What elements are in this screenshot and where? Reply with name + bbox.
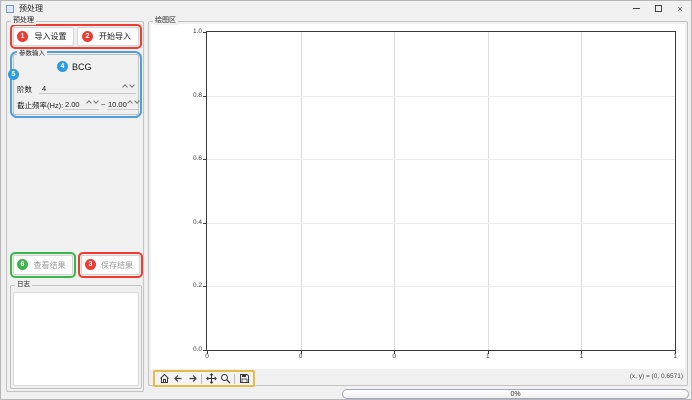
save-icon[interactable]: [238, 373, 250, 385]
cutoff-separator: ~: [101, 100, 105, 109]
y-tick-label: 0.4: [180, 219, 202, 226]
x-tick-label: 0: [291, 353, 311, 360]
back-icon[interactable]: [172, 373, 184, 385]
spin-down-icon[interactable]: [134, 98, 140, 104]
plot-panel-label: 绘图区: [153, 17, 178, 25]
spin-down-icon[interactable]: [93, 98, 99, 104]
plot-axes[interactable]: 0 0 0 1 1 1 1.0 0.8 0.6 0.4 0.2 0.0: [206, 31, 676, 351]
progress-value: 0%: [510, 391, 520, 398]
annotation-badge-1: 1: [17, 31, 28, 42]
annotation-badge-4: 4: [57, 61, 68, 72]
gridline-h: [207, 286, 675, 287]
y-tick-label: 0.8: [180, 92, 202, 99]
toolbar-separator: [201, 374, 202, 384]
order-value[interactable]: 4: [42, 84, 46, 93]
signal-type-combobox[interactable]: BCG: [72, 62, 92, 72]
x-tick-label: 1: [665, 353, 685, 360]
window-title: 预处理: [19, 3, 43, 14]
cutoff-low-value[interactable]: 2.00: [65, 100, 80, 109]
minimize-icon: [633, 8, 640, 9]
save-results-label: 保存结果: [101, 260, 133, 271]
gridline-v: [581, 32, 582, 350]
cutoff-low-spinbox[interactable]: 2.00: [63, 97, 99, 110]
title-bar: 预处理 ×: [1, 1, 691, 16]
order-spinbox[interactable]: 4: [39, 81, 136, 94]
spin-up-icon[interactable]: [86, 100, 92, 106]
maximize-button[interactable]: [647, 1, 669, 16]
app-window: 预处理 × 预处理 导入设置 开始导入 1 2 参数输入 4 BCG 5 阶数 …: [0, 0, 692, 400]
annotation-badge-6: 6: [17, 259, 28, 270]
gridline-h: [207, 96, 675, 97]
cutoff-label: 截止频率(Hz):: [17, 100, 63, 111]
cutoff-low-spin-arrows[interactable]: [87, 101, 98, 105]
pan-icon[interactable]: [205, 373, 217, 385]
progress-bar: 0%: [342, 389, 689, 399]
x-tick-label: 0: [384, 353, 404, 360]
annotation-badge-2: 2: [82, 31, 93, 42]
gridline-h: [207, 159, 675, 160]
zoom-icon[interactable]: [219, 373, 231, 385]
gridline-v: [394, 32, 395, 350]
y-tick-label: 1.0: [180, 28, 202, 35]
y-tick-label: 0.0: [180, 346, 202, 353]
log-textarea[interactable]: [13, 292, 139, 386]
app-icon: [6, 5, 14, 13]
view-results-label: 查看结果: [34, 260, 66, 271]
start-import-label: 开始导入: [99, 31, 131, 42]
spin-up-icon[interactable]: [127, 100, 133, 106]
plot-canvas[interactable]: 0 0 0 1 1 1 1.0 0.8 0.6 0.4 0.2 0.0: [151, 24, 685, 369]
close-icon: ×: [677, 4, 682, 14]
cutoff-high-spin-arrows[interactable]: [128, 101, 139, 105]
maximize-icon: [655, 5, 662, 12]
cutoff-high-value[interactable]: 10.00: [108, 100, 127, 109]
x-tick-label: 1: [478, 353, 498, 360]
y-tick-label: 0.6: [180, 155, 202, 162]
plot-toolbar: [153, 370, 255, 387]
x-tick-label: 0: [197, 353, 217, 360]
params-group-label: 参数输入: [17, 50, 47, 58]
x-tick-label: 1: [571, 353, 591, 360]
toolbar-separator: [234, 374, 235, 384]
order-label: 阶数: [17, 84, 32, 95]
spin-down-icon[interactable]: [129, 82, 135, 88]
cursor-coords-readout: (x, y) = (0, 0.6571): [630, 373, 683, 380]
gridline-v: [488, 32, 489, 350]
gridline-h: [207, 223, 675, 224]
y-tick-label: 0.2: [180, 282, 202, 289]
spin-up-icon[interactable]: [122, 84, 128, 90]
close-button[interactable]: ×: [669, 1, 691, 16]
log-group-label: 日志: [15, 281, 32, 289]
home-icon[interactable]: [158, 373, 170, 385]
left-panel-label: 预处理: [11, 17, 36, 25]
minimize-button[interactable]: [625, 1, 647, 16]
annotation-badge-3: 3: [85, 259, 96, 270]
gridline-v: [301, 32, 302, 350]
annotation-badge-5: 5: [8, 69, 19, 80]
forward-icon[interactable]: [186, 373, 198, 385]
cutoff-high-spinbox[interactable]: 10.00: [107, 97, 139, 110]
import-settings-label: 导入设置: [35, 31, 67, 42]
order-spin-arrows[interactable]: [123, 85, 134, 89]
